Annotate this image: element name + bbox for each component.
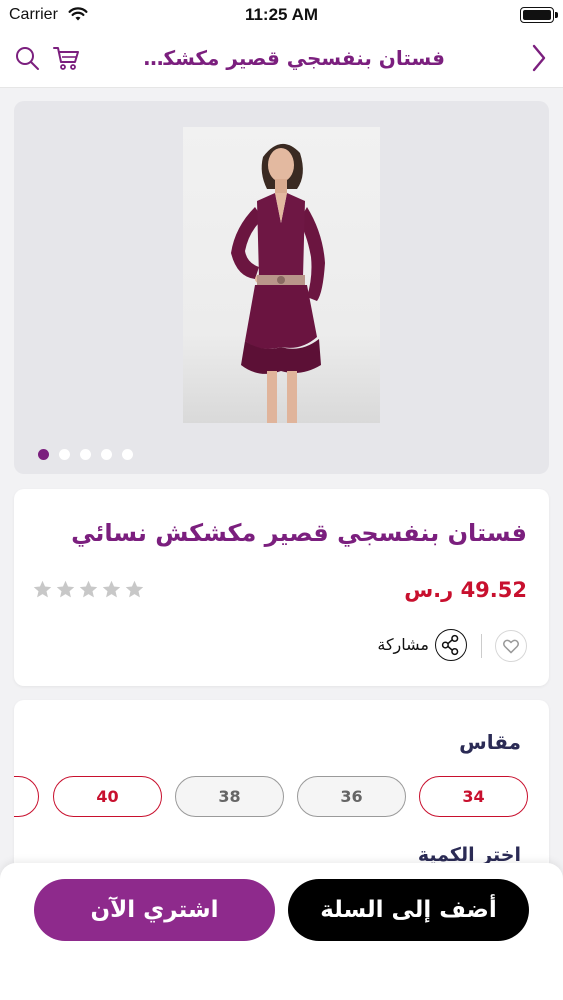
product-price: 49.52 ر.س (404, 578, 527, 602)
star-icon (33, 580, 52, 598)
nav-bar: فستان بنفسجي قصير مكشكش نسائي (0, 32, 563, 88)
product-photo (183, 127, 380, 423)
rating-stars (32, 579, 145, 600)
product-title: فستان بنفسجي قصير مكشكش نسائي (71, 519, 527, 547)
carousel-dots (38, 449, 133, 460)
star-icon (102, 580, 121, 598)
carousel-dot[interactable] (122, 449, 133, 460)
product-image-gallery[interactable] (14, 101, 549, 474)
nav-title: فستان بنفسجي قصير مكشكش نسائي (118, 46, 445, 70)
status-bar: Carrier 11:25 AM (0, 0, 563, 32)
cart-icon[interactable] (52, 44, 80, 72)
search-icon[interactable] (14, 45, 40, 71)
size-option-34[interactable]: 34 (419, 776, 528, 817)
dress-illustration (231, 143, 325, 423)
clock: 11:25 AM (244, 5, 319, 24)
star-icon (79, 580, 98, 598)
share-label[interactable]: مشاركة (377, 635, 429, 654)
star-icon (56, 580, 75, 598)
carousel-dot[interactable] (38, 449, 49, 460)
size-option-40[interactable]: 40 (53, 776, 162, 817)
carousel-dot[interactable] (101, 449, 112, 460)
battery-icon (520, 7, 558, 23)
chevron-right-icon[interactable] (529, 42, 549, 74)
add-to-cart-button[interactable]: أضف إلى السلة (288, 879, 529, 941)
size-label: مقاس (459, 730, 521, 754)
bottom-action-bar: اشتري الآن أضف إلى السلة (0, 863, 563, 1000)
star-icon (125, 580, 144, 598)
size-option-38[interactable]: 38 (175, 776, 284, 817)
carousel-dot[interactable] (59, 449, 70, 460)
divider (481, 634, 482, 658)
heart-icon[interactable] (495, 630, 527, 662)
buy-now-button[interactable]: اشتري الآن (34, 879, 275, 941)
product-info-card: فستان بنفسجي قصير مكشكش نسائي 49.52 ر.س … (14, 489, 549, 686)
size-option-36[interactable]: 36 (297, 776, 406, 817)
carousel-dot[interactable] (80, 449, 91, 460)
share-icon[interactable] (435, 629, 467, 661)
size-option-partial[interactable] (14, 776, 39, 817)
